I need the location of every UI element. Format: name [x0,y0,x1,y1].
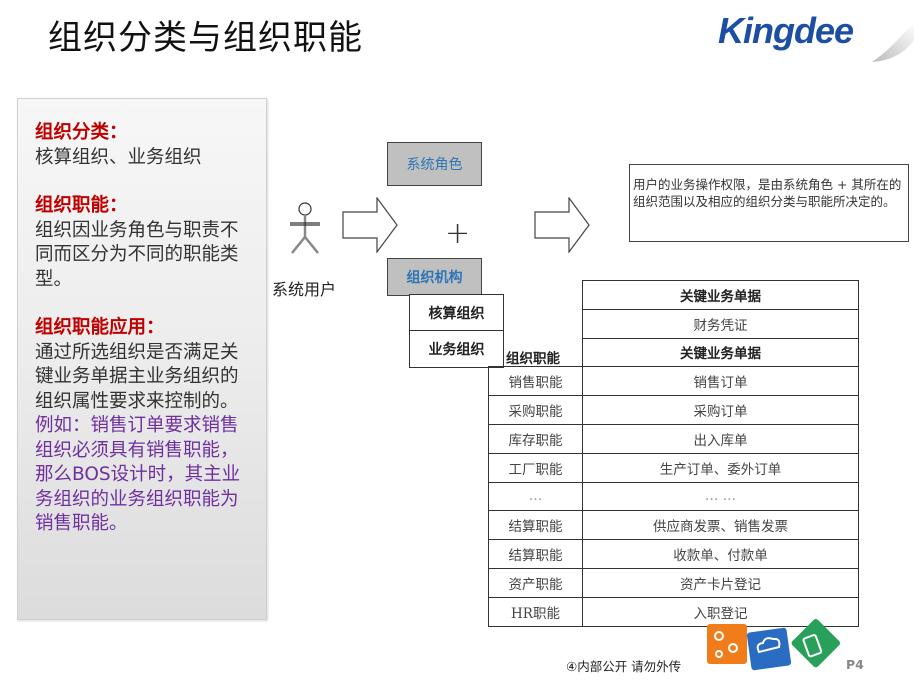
section-body: 组织因业务角色与职责不同而区分为不同的职能类型。 [35,219,239,290]
section-body: 通过所选组织是否满足关键业务单据主业务组织的组织属性要求来控制的。 [35,341,239,412]
table-cell: 采购职能 [488,395,583,425]
organization-box: 组织机构 [387,258,482,296]
table-row: 采购职能 采购订单 [488,395,859,425]
system-user-label: 系统用户 [272,280,337,299]
table-cell: 采购订单 [582,395,859,425]
section-heading: 组织分类： [35,122,128,143]
table-cell: 销售职能 [488,366,583,397]
section-heading: 组织职能： [35,195,128,216]
section-heading: 组织职能应用： [35,317,165,338]
table-cell: … … [582,481,859,512]
stick-figure-icon [290,202,320,254]
table-cell: HR职能 [488,596,583,627]
key-document-header: 关键业务单据 [582,280,859,310]
block-arrow-right-icon [534,197,590,253]
table-cell: 资产卡片登记 [582,567,859,598]
network-cube-icon [707,624,747,664]
explanation-panel: 组织分类： 核算组织、业务组织 组织职能： 组织因业务角色与职责不同而区分为不同… [17,98,267,620]
plus-sign: + [445,216,471,251]
product-cubes-icon [707,618,841,671]
table-cell: 销售订单 [582,366,859,397]
cloud-cube-icon [746,627,792,671]
table-cell: 出入库单 [582,423,859,454]
block-arrow-right-icon [342,197,398,253]
table-row: 资产职能 资产卡片登记 [488,567,859,598]
example-text: 例如：销售订单要求销售组织必须具有销售职能，那么BOS设计时，其主业务组织的业务… [35,415,241,534]
table-cell: 资产职能 [488,567,583,598]
table-cell: … [488,481,583,512]
table-row: …… … [488,481,859,512]
table-row: 结算职能 收款单、付款单 [488,539,859,569]
table-row: 销售职能 销售订单 [488,366,859,397]
table-cell: 收款单、付款单 [582,539,859,569]
table-cell: 库存职能 [488,423,583,454]
table-row: 结算职能 供应商发票、销售发票 [488,510,859,541]
table-row: 工厂职能 生产订单、委外订单 [488,452,859,483]
table-cell: 结算职能 [488,539,583,569]
table-cell: 工厂职能 [488,452,583,483]
confidential-notice: ④内部公开 请勿外传 [566,659,682,674]
table-cell: 结算职能 [488,510,583,541]
system-role-box: 系统角色 [387,142,482,186]
permission-note: 用户的业务操作权限，是由系统角色 + 其所在的组织范围以及相应的组织分类与职能所… [629,164,909,242]
slide-title: 组织分类与组织职能 [48,18,363,58]
table-cell: 财务凭证 [582,308,859,339]
table-cell: 供应商发票、销售发票 [582,510,859,541]
page-curl-icon [872,22,914,62]
table-cell: 生产订单、委外订单 [582,452,859,483]
page-number: P4 [846,657,864,672]
key-documents-table: 关键业务单据 财务凭证 关键业务单据 销售职能 销售订单 采购职能 采购订单 库存职… [488,280,859,627]
table-row: 库存职能 出入库单 [488,423,859,454]
kingdee-logo: Kingdee [718,10,854,51]
key-document-header: 关键业务单据 [582,337,859,368]
section-body: 核算组织、业务组织 [35,146,202,168]
tablet-cube-icon [791,618,841,668]
